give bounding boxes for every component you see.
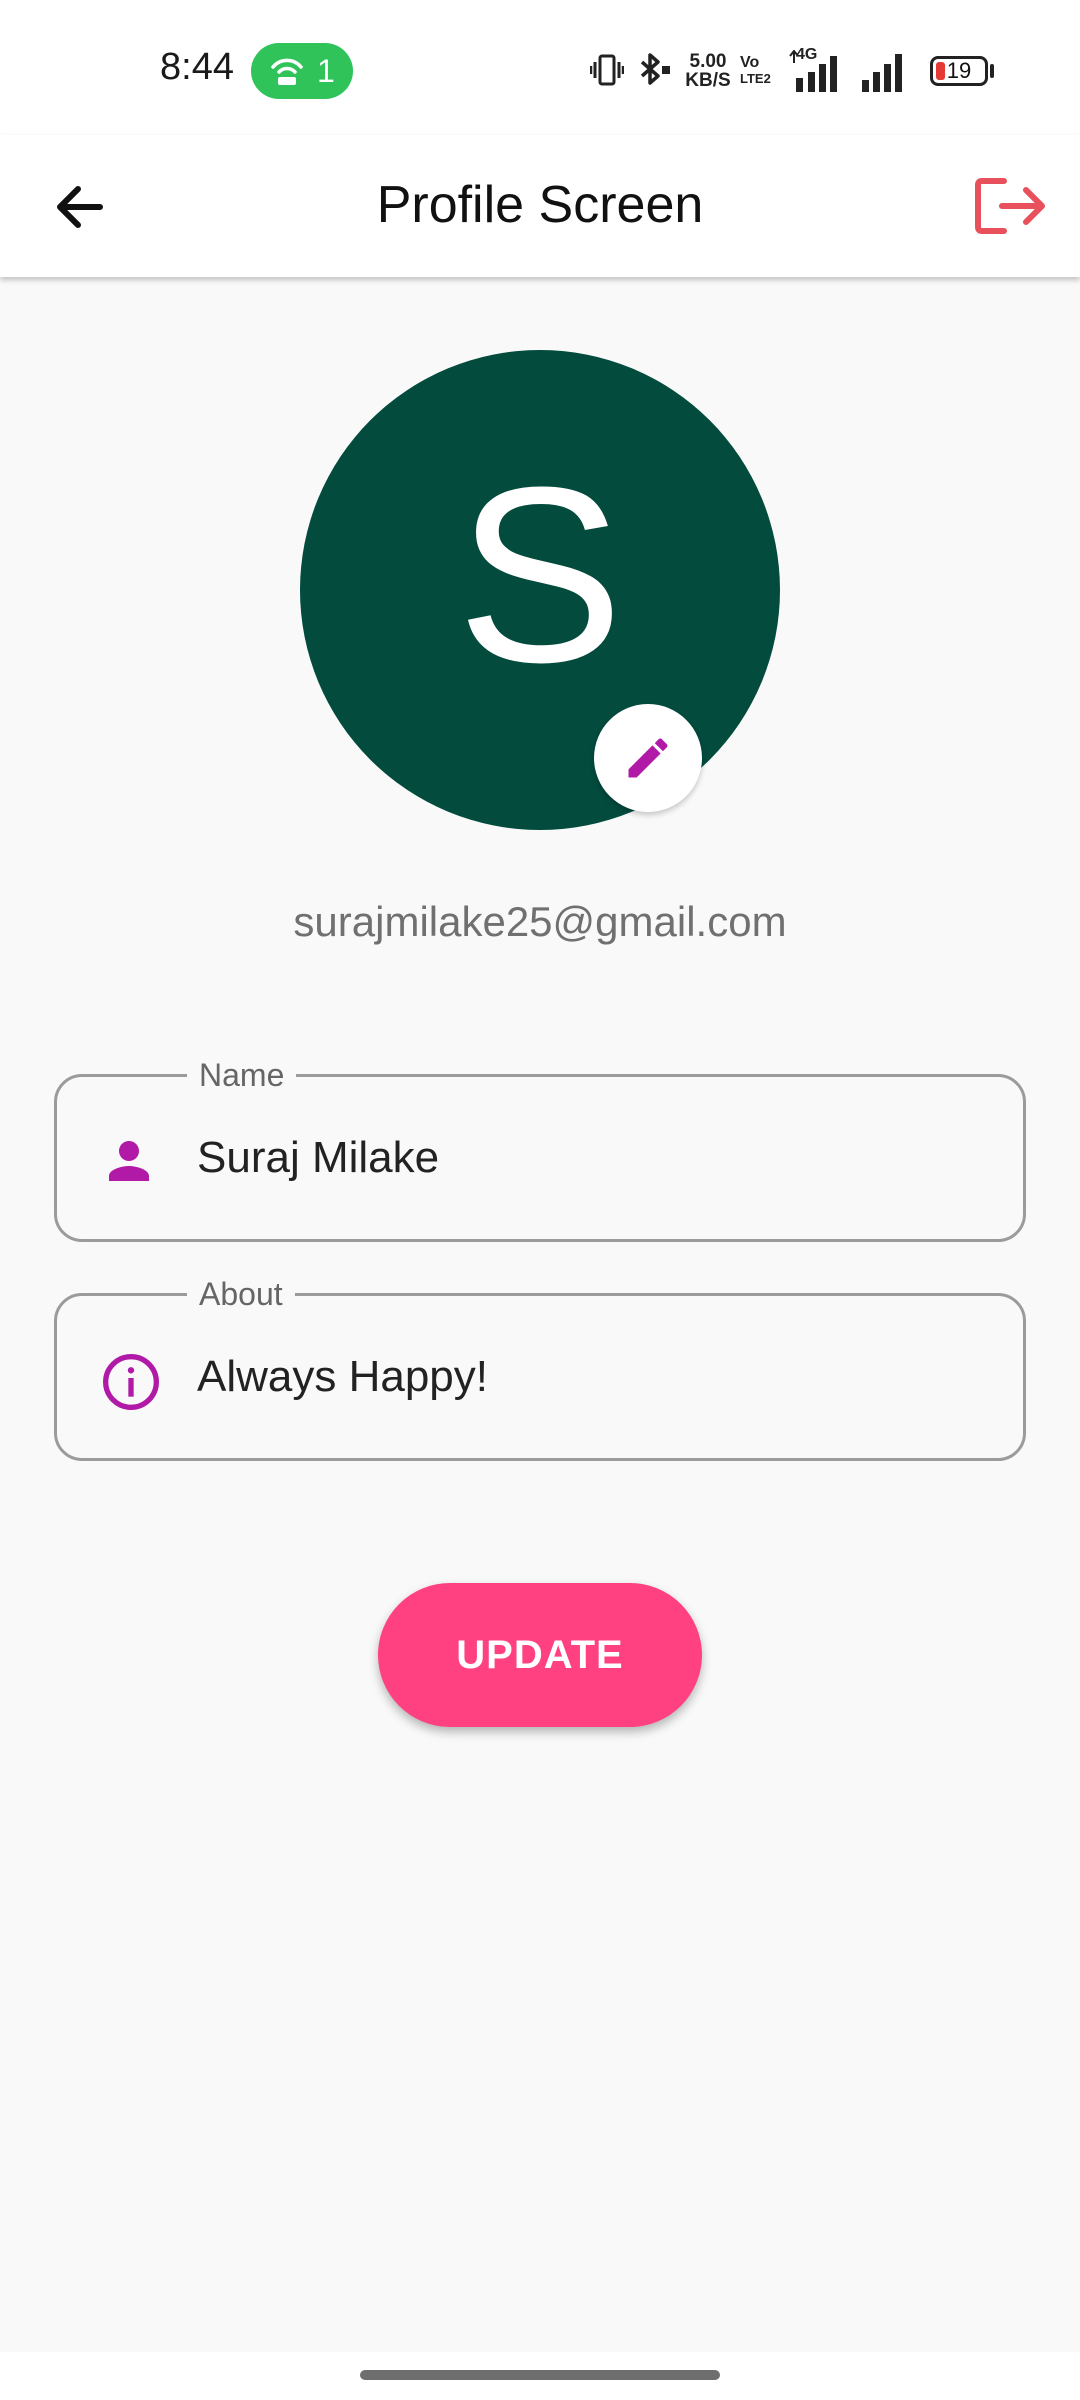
app-bar: Profile Screen	[0, 135, 1080, 277]
battery-level: 19	[946, 58, 972, 83]
about-field[interactable]: About	[54, 1274, 1026, 1461]
status-bar: 8:44 1 5.00 KB/S Vo LTE2 4G 19	[0, 0, 1080, 135]
about-field-label: About	[187, 1274, 295, 1314]
network-speed: 5.00 KB/S	[682, 52, 734, 90]
page-title: Profile Screen	[376, 176, 704, 234]
avatar-letter: S	[456, 435, 624, 714]
bluetooth-icon	[640, 53, 670, 85]
volte-bottom: LTE2	[740, 71, 771, 86]
status-icons: 5.00 KB/S Vo LTE2 4G 19	[590, 46, 1000, 94]
about-input[interactable]	[197, 1342, 977, 1412]
network-speed-value: 5.00	[689, 51, 727, 72]
network-speed-unit: KB/S	[685, 70, 731, 91]
battery-icon: 19	[930, 56, 988, 86]
profile-screen: 8:44 1 5.00 KB/S Vo LTE2 4G 19 Profile S…	[0, 0, 1080, 2400]
edit-avatar-button[interactable]	[594, 704, 702, 812]
user-email: surajmilake25@gmail.com	[293, 898, 787, 945]
logout-button[interactable]	[968, 161, 1058, 251]
name-input[interactable]	[197, 1123, 977, 1193]
avatar[interactable]: S	[300, 350, 780, 830]
volte-top: Vo	[740, 54, 760, 71]
battery-nub	[990, 64, 994, 78]
pencil-icon	[628, 738, 668, 778]
name-field[interactable]: Name	[54, 1055, 1026, 1242]
gesture-nav-bar	[0, 2352, 1080, 2400]
logout-icon	[975, 178, 1045, 234]
home-gesture-handle[interactable]	[360, 2370, 720, 2380]
vibrate-icon	[590, 54, 624, 86]
volte-indicator: Vo LTE2	[740, 54, 771, 86]
status-time: 8:44	[160, 46, 234, 88]
person-icon	[109, 1141, 149, 1181]
name-field-label: Name	[187, 1055, 297, 1095]
hotspot-count: 1	[317, 53, 335, 89]
hotspot-icon	[271, 58, 303, 85]
signal-icon	[862, 54, 902, 92]
info-icon	[103, 1354, 159, 1410]
signal-4g-icon: 4G	[786, 46, 846, 94]
update-button[interactable]: UPDATE	[378, 1583, 702, 1727]
hotspot-indicator: 1	[251, 43, 353, 99]
